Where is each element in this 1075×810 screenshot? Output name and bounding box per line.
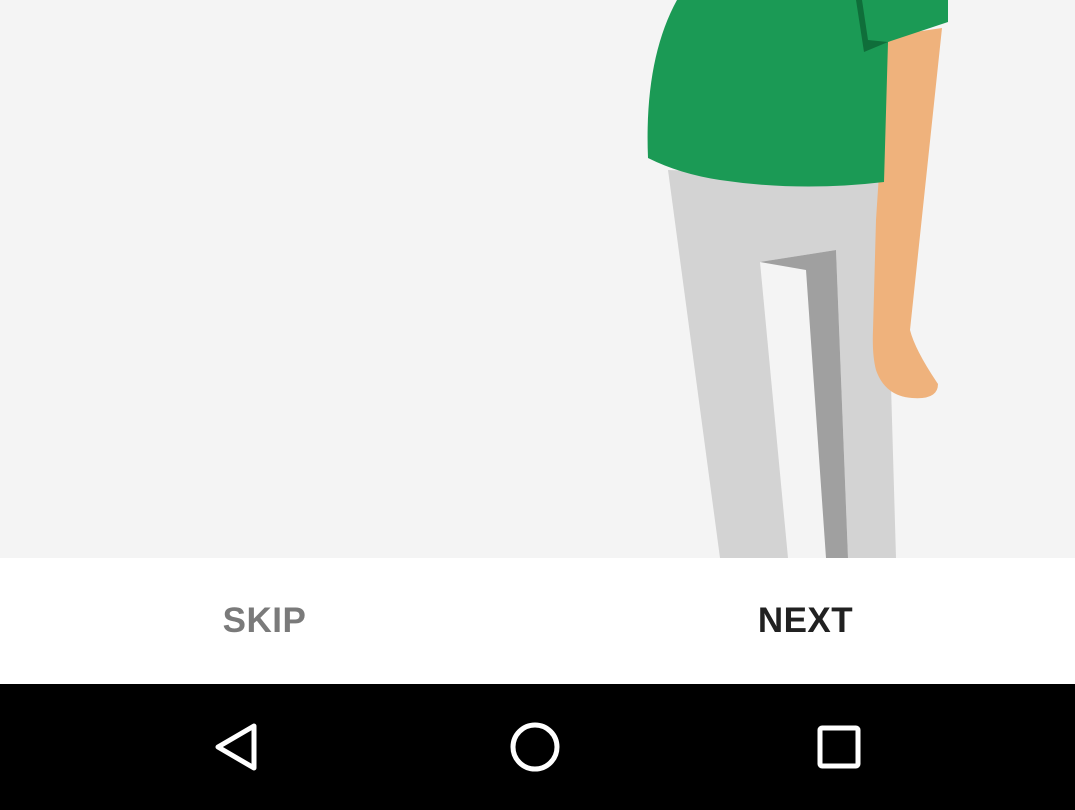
home-button[interactable]	[495, 707, 575, 787]
home-circle-icon	[510, 722, 560, 772]
recents-square-icon	[817, 725, 861, 769]
onboarding-action-bar: SKIP NEXT	[0, 558, 1075, 684]
system-navigation-bar	[0, 684, 1075, 810]
skip-button[interactable]: SKIP	[0, 558, 537, 684]
back-triangle-icon	[215, 723, 257, 771]
next-button[interactable]: NEXT	[537, 558, 1074, 684]
back-button[interactable]	[193, 707, 273, 787]
onboarding-illustration	[0, 0, 1075, 558]
onboarding-screen: SKIP NEXT	[0, 0, 1075, 810]
recents-button[interactable]	[799, 707, 879, 787]
person-illustration	[647, 0, 948, 558]
